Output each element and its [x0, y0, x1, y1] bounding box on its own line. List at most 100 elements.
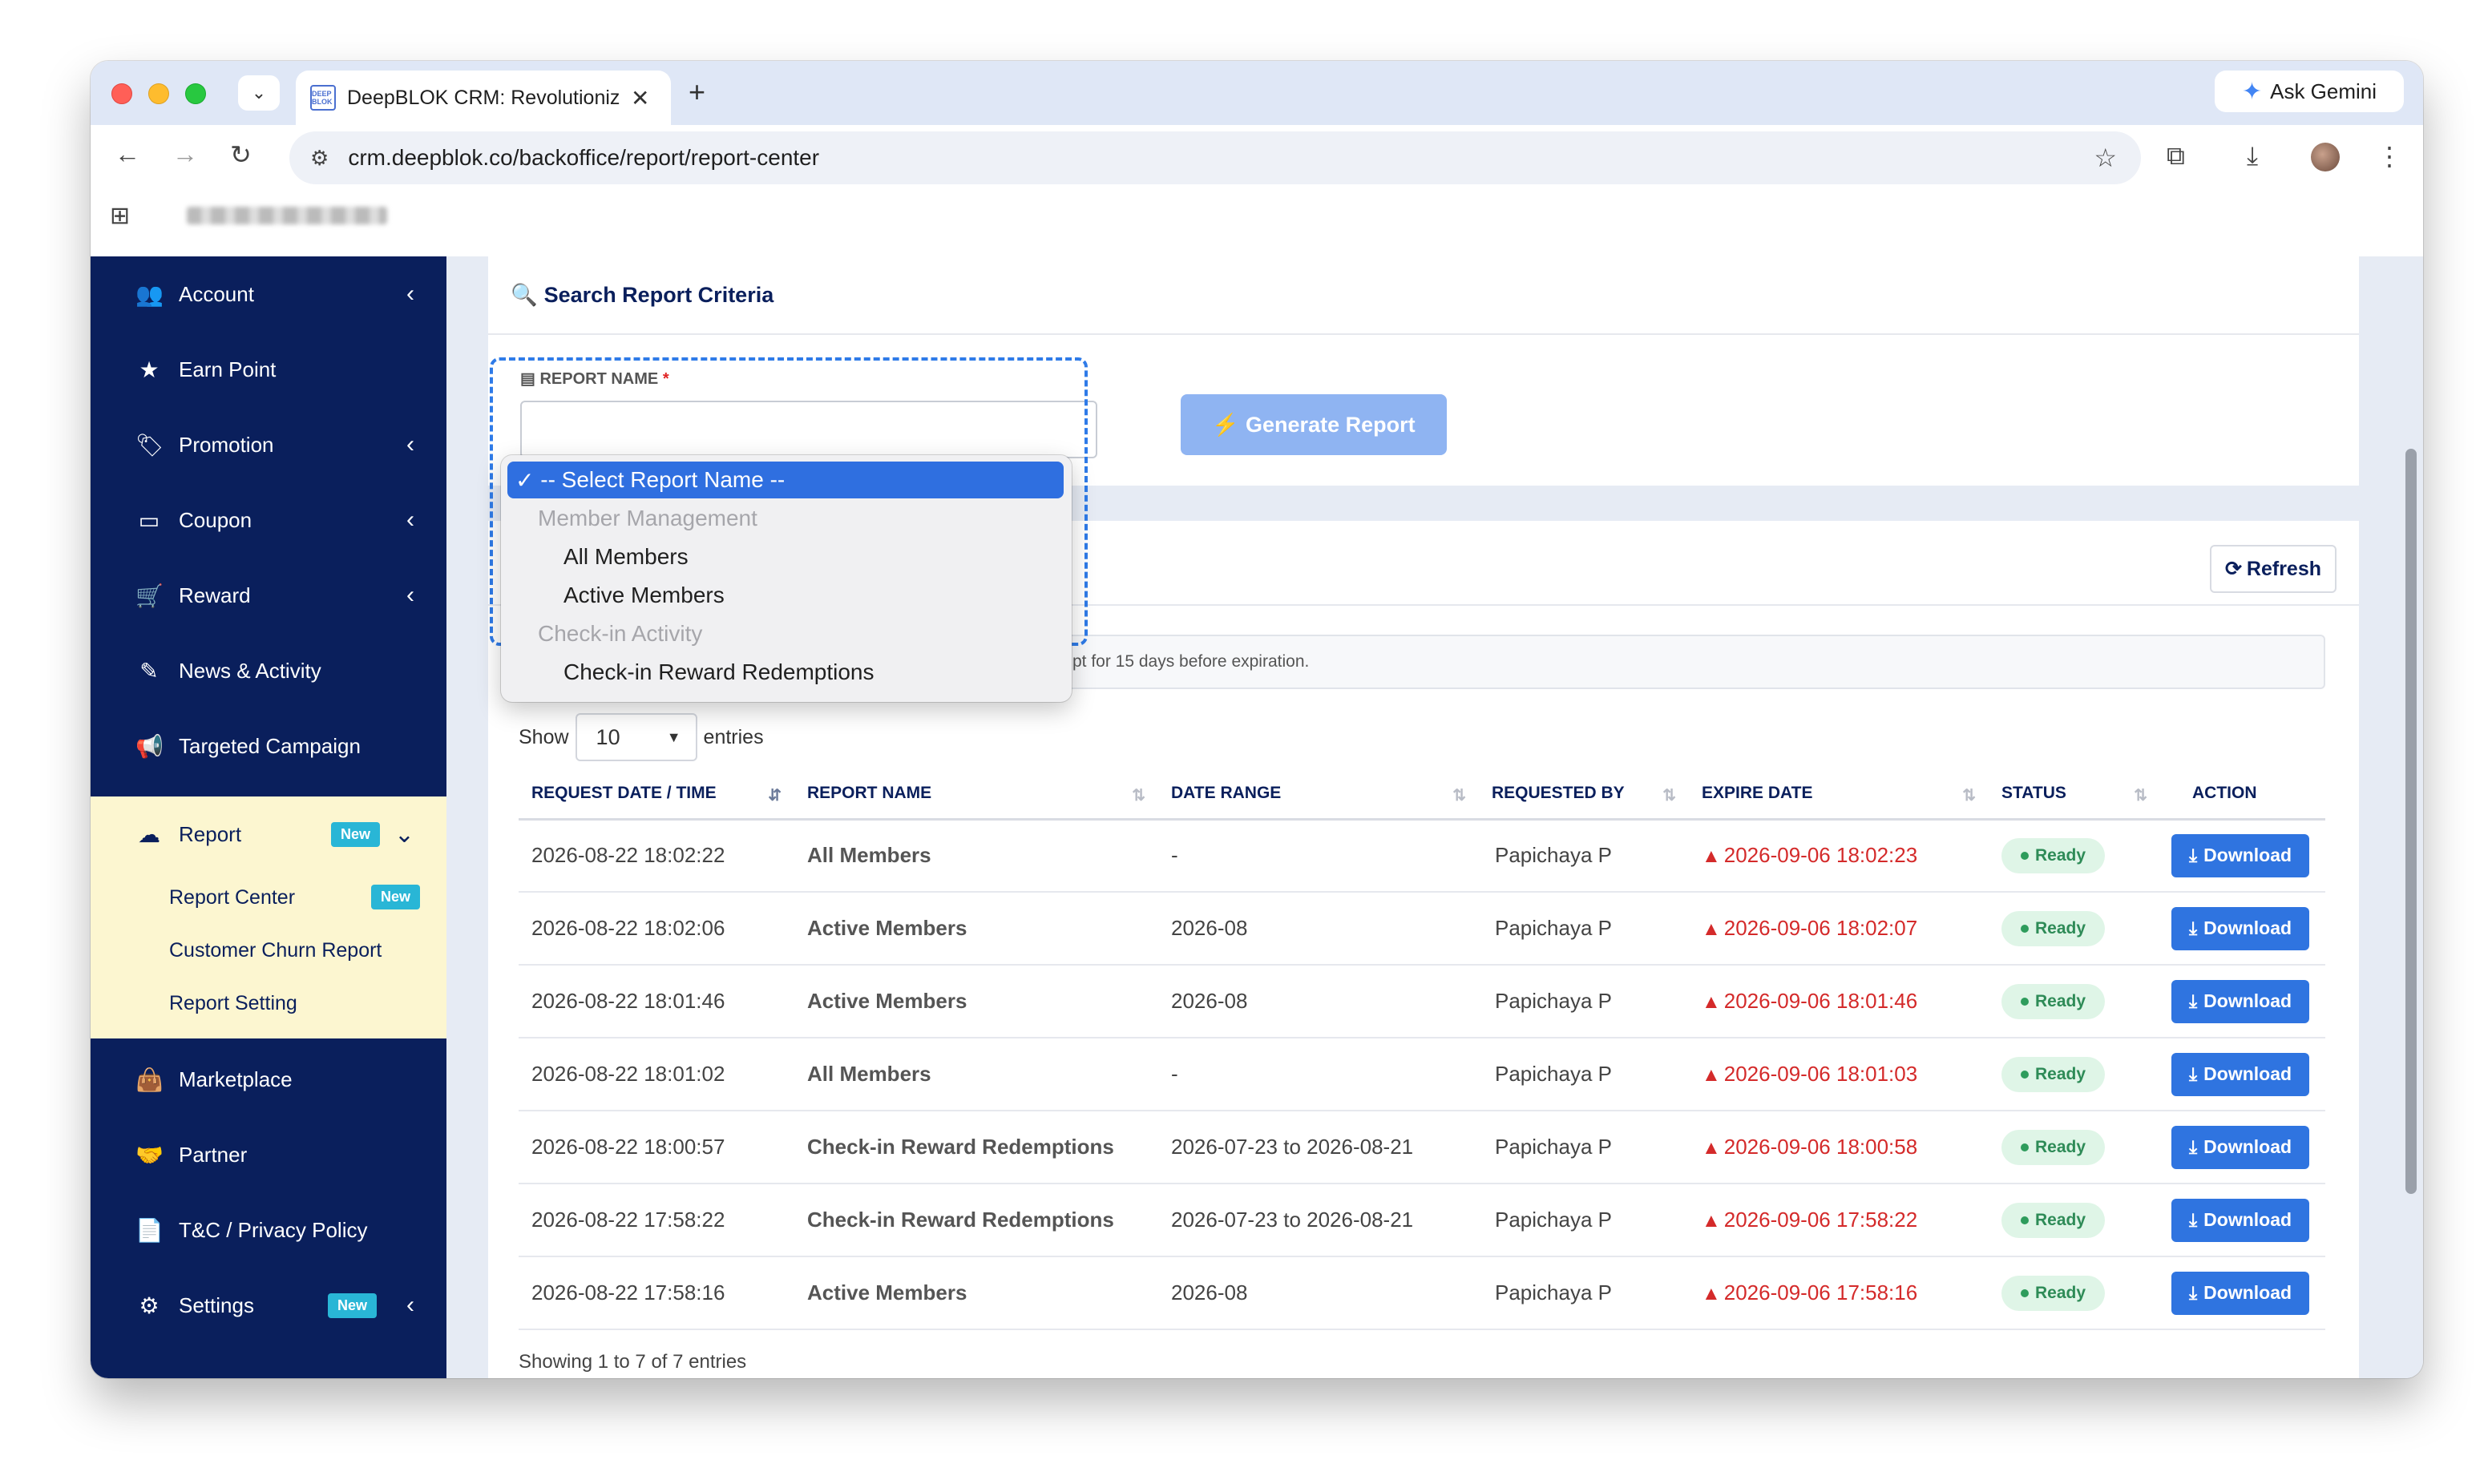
table-row: 2026-08-22 17:58:22 Check-in Reward Redem…	[519, 1184, 2325, 1257]
report-name-cell: Active Members	[794, 1256, 1158, 1330]
maximize-window-button[interactable]	[185, 83, 206, 104]
ask-gemini-button[interactable]: ✦ Ask Gemini	[2215, 71, 2404, 112]
download-button[interactable]: ⤓ Download	[2171, 1198, 2310, 1242]
refresh-icon: ⟳	[2224, 558, 2242, 580]
back-icon[interactable]: ←	[115, 139, 140, 169]
bookmark-star-icon[interactable]: ☆	[2094, 143, 2117, 173]
users-icon: 👥	[135, 281, 164, 307]
request-date-cell: 2026-08-22 18:02:06	[519, 892, 794, 966]
status-dot-icon	[2021, 1070, 2029, 1079]
entries-select[interactable]: 10 ▼	[575, 713, 697, 761]
date-range-cell: 2026-07-23 to 2026-08-21	[1158, 1111, 1479, 1184]
tag-icon: 🏷	[135, 432, 164, 458]
column-header[interactable]: REQUESTED BY ⇅	[1479, 769, 1689, 821]
ticket-icon: ▭	[138, 507, 160, 533]
dropdown-option[interactable]: All Members	[507, 538, 689, 575]
extensions-icon[interactable]: ⧉	[2167, 141, 2185, 171]
dropdown-option-selected[interactable]: ✓ -- Select Report Name --	[507, 462, 1064, 498]
scrollbar[interactable]	[2399, 256, 2423, 1378]
sidebar-subitem-customer-churn[interactable]: Customer Churn Report	[169, 939, 382, 962]
action-cell: ⤓ Download	[2160, 1111, 2325, 1184]
gear-icon: ⚙	[139, 1292, 160, 1318]
report-name-cell: Check-in Reward Redemptions	[794, 1184, 1158, 1257]
sidebar-item-marketplace[interactable]: 👜 Marketplace	[91, 1042, 446, 1117]
column-header[interactable]: REPORT NAME ⇅	[794, 769, 1158, 821]
download-button[interactable]: ⤓ Download	[2171, 979, 2310, 1023]
minimize-window-button[interactable]	[148, 83, 169, 104]
download-button[interactable]: ⤓ Download	[2171, 1052, 2310, 1096]
sidebar-item-coupon[interactable]: ▭ Coupon ‹	[91, 482, 446, 558]
download-button[interactable]: ⤓ Download	[2171, 833, 2310, 877]
requested-by-cell: Papichaya P	[1479, 1111, 1689, 1184]
close-window-button[interactable]	[111, 83, 132, 104]
refresh-button[interactable]: ⟳ Refresh	[2210, 545, 2337, 593]
status-dot-icon	[2021, 851, 2029, 860]
chevron-left-icon: ‹	[406, 506, 414, 533]
tab-search-button[interactable]: ⌄	[238, 75, 280, 111]
sidebar-item-partner[interactable]: 🤝 Partner	[91, 1117, 446, 1192]
download-button[interactable]: ⤓ Download	[2171, 1271, 2310, 1315]
sidebar-item-report[interactable]: ☁ Report New ⌄	[91, 796, 446, 872]
request-date-cell: 2026-08-22 18:00:57	[519, 1111, 794, 1184]
status-dot-icon	[2021, 1216, 2029, 1224]
star-icon: ★	[139, 357, 160, 382]
column-header[interactable]: EXPIRE DATE ⇅	[1689, 769, 1989, 821]
entries-label: entries	[703, 725, 764, 748]
column-header: ACTION	[2160, 769, 2325, 821]
reload-icon[interactable]: ↻	[230, 139, 252, 170]
generate-report-button[interactable]: ⚡ Generate Report	[1181, 394, 1447, 455]
new-badge: New	[328, 1292, 378, 1318]
sidebar-item-targeted-campaign[interactable]: 📢 Targeted Campaign	[91, 708, 446, 784]
download-label: Download	[2203, 1209, 2292, 1230]
scrollbar-thumb[interactable]	[2405, 449, 2417, 1194]
apps-grid-icon[interactable]: ⊞	[110, 202, 130, 230]
download-icon: ⤓	[2189, 1136, 2198, 1157]
close-tab-icon[interactable]: ✕	[631, 85, 649, 111]
download-button[interactable]: ⤓ Download	[2171, 1125, 2310, 1169]
browser-toolbar: ← → ↻ ⚙ crm.deepblok.co/backoffice/repor…	[91, 125, 2423, 191]
status-text: Ready	[2035, 845, 2086, 865]
profile-avatar[interactable]	[2311, 143, 2340, 171]
column-header[interactable]: REQUEST DATE / TIME ⇵	[519, 769, 794, 821]
status-dot-icon	[2021, 924, 2029, 933]
sidebar-item-news-activity[interactable]: ✎ News & Activity	[91, 633, 446, 708]
site-settings-icon[interactable]: ⚙	[310, 146, 329, 171]
dropdown-option[interactable]: Check-in Reward Redemptions	[507, 654, 874, 691]
new-badge: New	[371, 885, 421, 909]
search-criteria-card: 🔍 Search Report Criteria ▤ REPORT NAME *…	[488, 256, 2359, 646]
sidebar-item-terms-privacy[interactable]: 📄 T&C / Privacy Policy	[91, 1192, 446, 1268]
download-label: Download	[2203, 1063, 2292, 1084]
sidebar-item-reward[interactable]: 🛒 Reward ‹	[91, 558, 446, 633]
sidebar-item-label: Promotion	[179, 432, 274, 457]
status-badge: Ready	[2001, 1129, 2106, 1165]
column-header[interactable]: DATE RANGE ⇅	[1158, 769, 1479, 821]
sidebar-subitem-report-setting[interactable]: Report Setting	[169, 992, 297, 1015]
forward-icon[interactable]: →	[172, 139, 198, 169]
status-cell: Ready	[1989, 819, 2160, 893]
address-bar[interactable]: ⚙ crm.deepblok.co/backoffice/report/repo…	[289, 131, 2141, 184]
blurred-bookmark[interactable]	[187, 207, 387, 224]
column-header[interactable]: STATUS ⇅	[1989, 769, 2160, 821]
url-text: crm.deepblok.co/backoffice/report/report…	[348, 145, 820, 170]
sidebar-item-account[interactable]: 👥 Account ‹	[91, 256, 446, 332]
more-menu-icon[interactable]: ⋮	[2377, 141, 2402, 171]
column-header-label: DATE RANGE	[1171, 784, 1282, 803]
dropdown-option[interactable]: Active Members	[507, 577, 725, 614]
sidebar-item-settings[interactable]: ⚙ Settings New ‹	[91, 1268, 446, 1343]
sidebar-item-promotion[interactable]: 🏷 Promotion ‹	[91, 407, 446, 482]
requested-by-cell: Papichaya P	[1479, 892, 1689, 966]
browser-tab[interactable]: DEEP BLOK DeepBLOK CRM: Revolutioniz ✕	[296, 71, 671, 125]
entries-value: 10	[596, 724, 620, 749]
date-range-cell: -	[1158, 1038, 1479, 1111]
expire-date-text: 2026-09-06 18:01:03	[1723, 1062, 1918, 1086]
sidebar-item-earn-point[interactable]: ★ Earn Point	[91, 332, 446, 407]
status-cell: Ready	[1989, 892, 2160, 966]
sidebar-subitem-label: Report Center	[169, 886, 296, 909]
download-button[interactable]: ⤓ Download	[2171, 906, 2310, 950]
action-cell: ⤓ Download	[2160, 965, 2325, 1038]
download-icon[interactable]: ⤓	[2247, 141, 2258, 171]
new-tab-button[interactable]: +	[689, 75, 705, 109]
report-name-cell: Check-in Reward Redemptions	[794, 1111, 1158, 1184]
sidebar-subitem-report-center[interactable]: Report Center	[169, 886, 295, 909]
table-row: 2026-08-22 18:02:22 All Members - Papichaya…	[519, 819, 2325, 893]
